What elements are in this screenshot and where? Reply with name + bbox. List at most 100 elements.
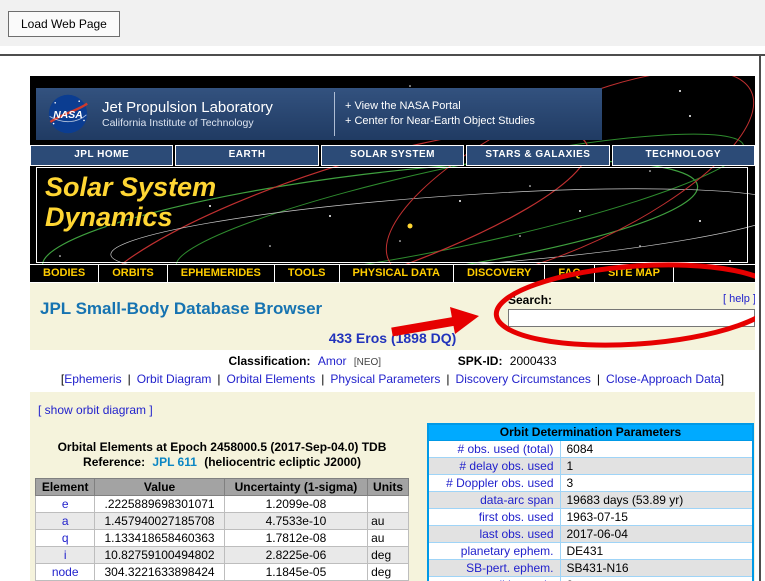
- orbit-determination-row: planetary ephem. DE431: [427, 541, 754, 560]
- header-separator: [334, 92, 335, 136]
- uncertainty-cell: 4.7533e-10: [223, 512, 369, 530]
- parameter-value: 1: [559, 456, 754, 475]
- parameter-label[interactable]: condition code: [427, 575, 561, 581]
- orbit-determination-row: # delay obs. used 1: [427, 456, 754, 475]
- top-nav-tab[interactable]: EARTH: [175, 145, 319, 166]
- orbit-determination-table: Orbit Determination Parameters # obs. us…: [427, 423, 754, 581]
- orbit-determination-row: # Doppler obs. used 3: [427, 473, 754, 492]
- classification-label: Classification:: [228, 354, 311, 368]
- object-title: 433 Eros (1898 DQ): [328, 330, 457, 346]
- window-right-border: [759, 54, 761, 581]
- parameter-label[interactable]: planetary ephem.: [427, 541, 561, 560]
- orbital-element-row: i 10.82759100494802 2.8225e-06 deg: [34, 546, 409, 564]
- load-web-page-button[interactable]: Load Web Page: [8, 11, 120, 37]
- top-nav-tab[interactable]: TECHNOLOGY: [611, 145, 755, 166]
- parameter-label[interactable]: # delay obs. used: [427, 456, 561, 475]
- top-nav: JPL HOME EARTH SOLAR SYSTEM STARS & GALAXIE…: [30, 145, 755, 166]
- menu-item[interactable]: FAQ: [545, 265, 595, 282]
- reference-label: Reference:: [83, 455, 146, 469]
- element-cell: q: [34, 529, 96, 547]
- element-link[interactable]: e: [62, 497, 69, 511]
- menu-item[interactable]: SITE MAP: [595, 265, 674, 282]
- parameter-value: 0: [559, 575, 754, 581]
- page-title: JPL Small-Body Database Browser: [40, 299, 323, 318]
- top-nav-tab[interactable]: STARS & GALAXIES: [466, 145, 610, 166]
- parameter-value: 1963-07-15: [559, 507, 754, 526]
- classification-band: Classification: Amor [NEO] SPK-ID: 20004…: [30, 350, 755, 392]
- section-link[interactable]: Orbital Elements: [227, 372, 316, 386]
- parameter-value: DE431: [559, 541, 754, 560]
- uncertainty-cell: 2.8225e-06: [223, 546, 369, 564]
- spkid-label: SPK-ID:: [457, 354, 503, 368]
- parameter-value: 19683 days (53.89 yr): [559, 490, 754, 509]
- reference-link[interactable]: JPL 611: [152, 455, 196, 469]
- orbit-determination-block: Orbit Determination Parameters # obs. us…: [427, 423, 754, 581]
- orbital-element-row: q 1.133418658460363 1.7812e-08 au: [34, 529, 409, 547]
- link-separator: |: [321, 372, 325, 386]
- page-content: JPL Small-Body Database Browser Search: …: [30, 283, 755, 581]
- parameter-label[interactable]: data-arc span: [427, 490, 561, 509]
- nasa-logo[interactable]: NASA: [44, 92, 92, 136]
- menu-item[interactable]: DISCOVERY: [454, 265, 546, 282]
- neo-tag: [NEO]: [353, 357, 382, 368]
- search-input[interactable]: [508, 309, 755, 327]
- parameter-label[interactable]: last obs. used: [427, 524, 561, 543]
- classification-row: Classification: Amor [NEO] SPK-ID: 20004…: [30, 350, 755, 368]
- section-link[interactable]: Close-Approach Data: [606, 372, 721, 386]
- element-link[interactable]: a: [62, 514, 69, 528]
- orbit-determination-row: last obs. used 2017-06-04: [427, 524, 754, 543]
- classification-link[interactable]: Amor: [318, 354, 347, 368]
- element-link[interactable]: node: [52, 565, 79, 579]
- menu-item[interactable]: TOOLS: [275, 265, 340, 282]
- menu-item[interactable]: BODIES: [30, 265, 100, 282]
- value-cell: 304.3221633898424: [94, 563, 225, 581]
- value-cell: 1.133418658460363: [94, 529, 225, 547]
- nasa-header-link[interactable]: + View the NASA Portal: [345, 99, 570, 114]
- menu-item[interactable]: EPHEMERIDES: [168, 265, 275, 282]
- bracket-close: ]: [720, 372, 725, 386]
- parameter-label[interactable]: first obs. used: [427, 507, 561, 526]
- orbital-element-row: e .2225889698301071 1.2099e-08: [34, 495, 409, 513]
- parameter-label[interactable]: # Doppler obs. used: [427, 473, 561, 492]
- menu-item[interactable]: ORBITS: [99, 265, 168, 282]
- top-nav-tab[interactable]: SOLAR SYSTEM: [320, 145, 465, 166]
- search-label: Search:: [508, 293, 553, 307]
- nasa-header-link[interactable]: + Center for Near-Earth Object Studies: [345, 114, 570, 129]
- column-header: Units: [367, 478, 409, 496]
- orbital-element-row: a 1.457940027185708 4.7533e-10 au: [34, 512, 409, 530]
- uncertainty-cell: 1.1845e-05: [223, 563, 369, 581]
- element-link[interactable]: i: [64, 548, 67, 562]
- menu-item[interactable]: PHYSICAL DATA: [340, 265, 454, 282]
- element-cell: i: [34, 546, 96, 564]
- top-nav-tab[interactable]: JPL HOME: [30, 145, 174, 166]
- section-link[interactable]: Physical Parameters: [330, 372, 440, 386]
- section-link[interactable]: Ephemeris: [64, 372, 121, 386]
- element-link[interactable]: q: [62, 531, 69, 545]
- section-link[interactable]: Orbit Diagram: [137, 372, 212, 386]
- link-separator: |: [217, 372, 221, 386]
- org-subtitle: California Institute of Technology: [102, 116, 254, 129]
- parameter-label[interactable]: SB-pert. ephem.: [427, 558, 561, 577]
- nasa-links: + View the NASA Portal + Center for Near-…: [345, 99, 570, 129]
- site-menu-bar: BODIES ORBITS EPHEMERIDES TOOLS PHYSICAL DAT…: [30, 264, 755, 283]
- parameter-value: 3: [559, 473, 754, 492]
- show-orbit-diagram-link[interactable]: [ show orbit diagram ]: [38, 403, 153, 417]
- spkid-value: 2000433: [509, 354, 557, 368]
- value-cell: .2225889698301071: [94, 495, 225, 513]
- orbit-determination-row: first obs. used 1963-07-15: [427, 507, 754, 526]
- column-header: Element: [34, 478, 96, 496]
- nasa-header-bar: NASA Jet Propulsion Laboratory Californi…: [36, 88, 602, 140]
- orbital-elements-reference: Reference: JPL 611 (heliocentric eclipti…: [35, 455, 409, 470]
- web-page: NASA Jet Propulsion Laboratory Californi…: [30, 76, 755, 581]
- parameter-label[interactable]: # obs. used (total): [427, 439, 561, 458]
- parameter-value: SB431-N16: [559, 558, 754, 577]
- link-separator: |: [596, 372, 601, 386]
- units-cell: au: [367, 529, 409, 547]
- org-name: Jet Propulsion Laboratory: [102, 98, 273, 116]
- orbit-determination-row: SB-pert. ephem. SB431-N16: [427, 558, 754, 577]
- parameter-value: 6084: [559, 439, 754, 458]
- help-link[interactable]: [ help ]: [723, 293, 755, 307]
- orbit-determination-row: # obs. used (total) 6084: [427, 439, 754, 458]
- units-cell: deg: [367, 546, 409, 564]
- section-link[interactable]: Discovery Circumstances: [456, 372, 591, 386]
